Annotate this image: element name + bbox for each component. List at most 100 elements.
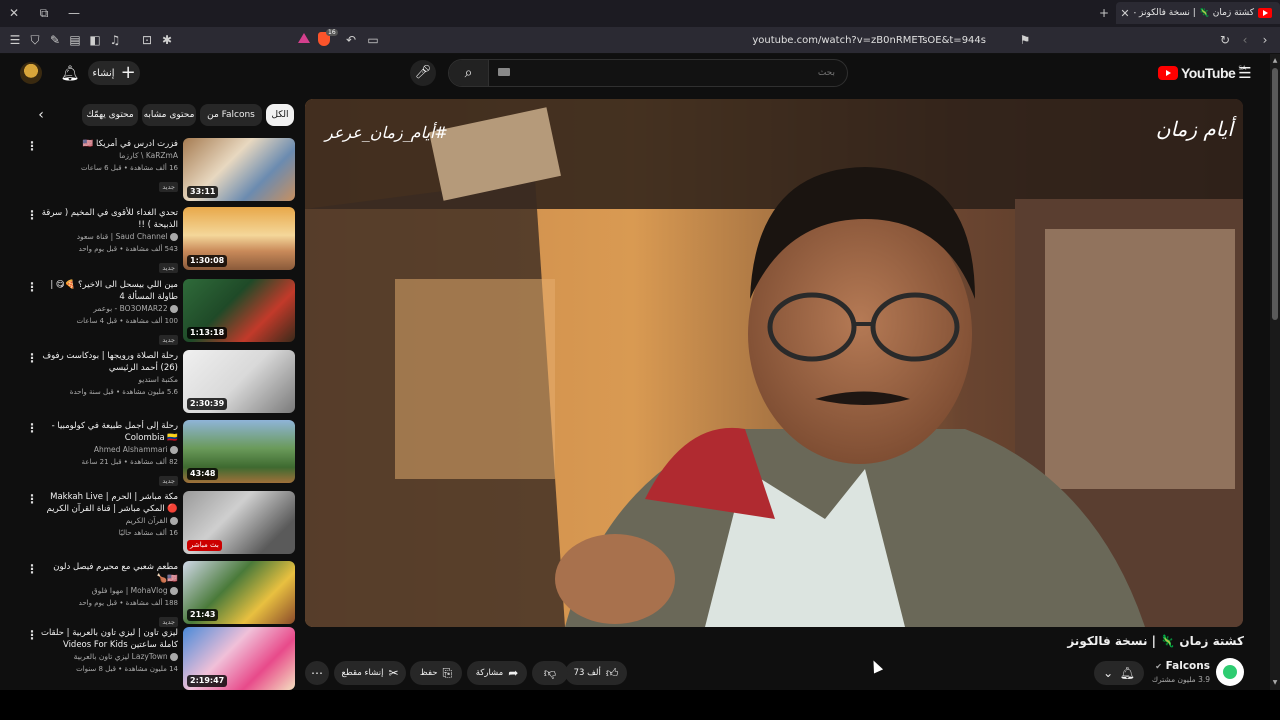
minimize-window-icon[interactable]: — <box>64 4 84 22</box>
save-button[interactable]: حفظ ⎘ <box>410 661 462 685</box>
subscribed-button[interactable]: ⌄ 🔔︎ <box>1094 661 1144 685</box>
chip-for-you[interactable]: محتوى يهمّك <box>82 104 138 126</box>
list-item[interactable]: ⋮ مكة مباشر | الحرم | Makkah Live 🔴 المك… <box>20 491 296 555</box>
more-options-icon[interactable]: ⋮ <box>26 209 38 221</box>
chip-from-falcons[interactable]: من Falcons <box>200 104 262 126</box>
scroll-down-icon[interactable]: ▼ <box>1270 678 1280 688</box>
video-stats: 16 ألف مشاهدة • قبل 6 ساعات <box>80 164 178 172</box>
channel-name[interactable]: BO3OMAR22 - بوعمر <box>40 303 178 315</box>
video-thumbnail[interactable]: 33:11 <box>183 138 295 201</box>
list-item[interactable]: ⋮ مين اللي بيسحل الى الاخير؟ 🍕😋 | طاولة … <box>20 279 296 345</box>
channel-name[interactable]: MohaVlog | مهوا فلوق <box>40 585 178 597</box>
more-options-icon[interactable]: ⋮ <box>26 563 38 575</box>
verified-icon <box>170 587 178 595</box>
search-input[interactable] <box>489 60 847 86</box>
bookmark-icon[interactable]: ⚑ <box>1016 32 1034 48</box>
channel-name[interactable]: LazyTown ليزي تاون بالعربية <box>40 651 178 663</box>
bottom-bar <box>0 690 1280 720</box>
search-icon[interactable]: ⌕ <box>449 60 489 86</box>
video-title[interactable]: مكة مباشر | الحرم | Makkah Live 🔴 المكي … <box>40 491 178 515</box>
list-item[interactable]: ⋮ ليزي تاون | ليزي تاون بالعربية | حلقات… <box>20 627 296 690</box>
video-thumbnail[interactable]: 2:19:47 <box>183 627 295 690</box>
new-badge: جديد <box>159 182 178 192</box>
dislike-button[interactable]: 👎︎ <box>532 661 568 685</box>
list-item[interactable]: ⋮ فزرت ادرس في أمريكا 🇺🇸 KaRZmA \ كارزما… <box>20 138 296 202</box>
youtube-logo[interactable]: YouTube SA <box>1158 65 1246 81</box>
guide-menu-icon[interactable]: ☰ <box>1236 64 1254 82</box>
video-title[interactable]: رحلة الصلاة ورويجها | بودكاست رفوف (26) … <box>40 350 178 374</box>
video-meta: ليزي تاون | ليزي تاون بالعربية | حلقات ك… <box>40 627 178 675</box>
player-watermark: أيام زمان <box>1155 117 1233 141</box>
channel-name[interactable]: Saud Channel | قناة سعود <box>40 231 178 243</box>
address-bar[interactable]: youtube.com/watch?v=zB0nRMETsOE&t=944s <box>300 31 1000 50</box>
video-thumbnail[interactable]: 1:13:18 <box>183 279 295 342</box>
save-playlist-icon: ⎘ <box>442 665 453 680</box>
video-player[interactable]: #أيام_زمان_عرعر أيام زمان <box>305 99 1243 627</box>
channel-name[interactable]: مكتبة استديو <box>40 374 178 386</box>
video-title[interactable]: مطعم شعبي مع محيرم فيصل دلون 🇺🇸🍗 <box>40 561 178 585</box>
more-options-icon[interactable]: ⋮ <box>26 140 38 152</box>
forward-icon[interactable]: › <box>1256 32 1274 48</box>
notifications-bell-icon[interactable]: 🔔︎ <box>60 63 80 83</box>
maximize-window-icon[interactable]: ⧉ <box>34 4 54 22</box>
more-options-icon[interactable]: ⋮ <box>26 493 38 505</box>
tab-close-icon[interactable]: ✕ <box>1116 7 1134 20</box>
shield-icon[interactable]: ⛉ <box>26 32 44 48</box>
list-item[interactable]: ⋮ رحلة الصلاة ورويجها | بودكاست رفوف (26… <box>20 350 296 414</box>
chips-prev-chevron-icon[interactable]: ‹ <box>30 104 52 126</box>
scroll-up-icon[interactable]: ▲ <box>1270 56 1280 66</box>
video-title[interactable]: مين اللي بيسحل الى الاخير؟ 🍕😋 | طاولة ال… <box>40 279 178 303</box>
chip-related[interactable]: محتوى مشابه <box>142 104 196 126</box>
channel-name[interactable]: القرآن الكريم <box>40 515 178 527</box>
menu-icon[interactable]: ☰ <box>6 32 24 48</box>
sidebar-icon[interactable]: ◧ <box>86 32 104 48</box>
music-icon[interactable]: ♫ <box>106 32 124 48</box>
video-title[interactable]: فزرت ادرس في أمريكا 🇺🇸 <box>40 138 178 150</box>
duration-badge: 1:30:08 <box>187 255 228 267</box>
list-item[interactable]: ⋮ مطعم شعبي مع محيرم فيصل دلون 🇺🇸🍗 MohaV… <box>20 561 296 627</box>
chip-all[interactable]: الكل <box>266 104 294 126</box>
list-item[interactable]: ⋮ رحلة إلى أجمل طبيعة في كولومبيا - Colo… <box>20 420 296 486</box>
account-avatar[interactable] <box>20 62 42 84</box>
channel-name[interactable]: KaRZmA \ كارزما <box>40 150 178 162</box>
back-icon[interactable]: ‹ <box>1236 32 1254 48</box>
video-thumbnail[interactable]: بث مباشر <box>183 491 295 554</box>
pen-icon[interactable]: ✎ <box>46 32 64 48</box>
scrollbar-thumb[interactable] <box>1272 68 1278 320</box>
more-options-icon[interactable]: ⋮ <box>26 352 38 364</box>
browser-tab[interactable]: ✕ كشتة زمان 🦎 | نسخة فالكونز - YouTube <box>1116 2 1280 24</box>
new-badge: جديد <box>159 335 178 345</box>
more-options-icon[interactable]: ⋮ <box>26 422 38 434</box>
list-item[interactable]: ⋮ تحدي الغداء للأقوى في المخيم ( سرقة ال… <box>20 207 296 273</box>
more-options-icon[interactable]: ⋮ <box>26 629 38 641</box>
channel-name[interactable]: Ahmed Alshammari <box>40 444 178 456</box>
screenshot-icon[interactable]: ⊡ <box>138 32 156 48</box>
like-button[interactable]: 73 ألف 👍︎ <box>565 661 627 685</box>
video-thumbnail[interactable]: 21:43 <box>183 561 295 624</box>
video-title[interactable]: ليزي تاون | ليزي تاون بالعربية | حلقات ك… <box>40 627 178 651</box>
more-actions-button[interactable]: ⋯ <box>305 661 329 685</box>
thumbs-down-icon: 👎︎ <box>543 665 557 680</box>
create-button[interactable]: إنشاء + <box>88 61 140 85</box>
video-stats: 82 ألف مشاهدة • قبل 21 ساعة <box>81 458 179 466</box>
verified-icon <box>170 446 178 454</box>
share-button[interactable]: مشاركة ➦ <box>467 661 527 685</box>
more-options-icon[interactable]: ⋮ <box>26 281 38 293</box>
save-label: حفظ <box>419 668 438 678</box>
duration-badge: 43:48 <box>187 468 219 480</box>
video-title[interactable]: رحلة إلى أجمل طبيعة في كولومبيا - Colomb… <box>40 420 178 444</box>
voice-search-mic-icon[interactable]: 🎤︎ <box>410 60 436 86</box>
video-thumbnail[interactable]: 2:30:39 <box>183 350 295 413</box>
clip-button[interactable]: إنشاء مقطع ✂ <box>334 661 406 685</box>
video-title[interactable]: تحدي الغداء للأقوى في المخيم ( سرقة الذب… <box>40 207 178 231</box>
reload-icon[interactable]: ↻ <box>1216 32 1234 48</box>
video-thumbnail[interactable]: 43:48 <box>183 420 295 483</box>
keyboard-icon[interactable] <box>498 68 510 76</box>
extensions-icon[interactable]: ✱ <box>158 32 176 48</box>
video-thumbnail[interactable]: 1:30:08 <box>183 207 295 270</box>
new-tab-icon[interactable]: + <box>1094 4 1114 22</box>
new-badge: جديد <box>159 476 178 486</box>
tabs-icon[interactable]: ▤ <box>66 32 84 48</box>
close-window-icon[interactable]: ✕ <box>4 4 24 22</box>
channel-avatar[interactable] <box>1216 658 1244 686</box>
